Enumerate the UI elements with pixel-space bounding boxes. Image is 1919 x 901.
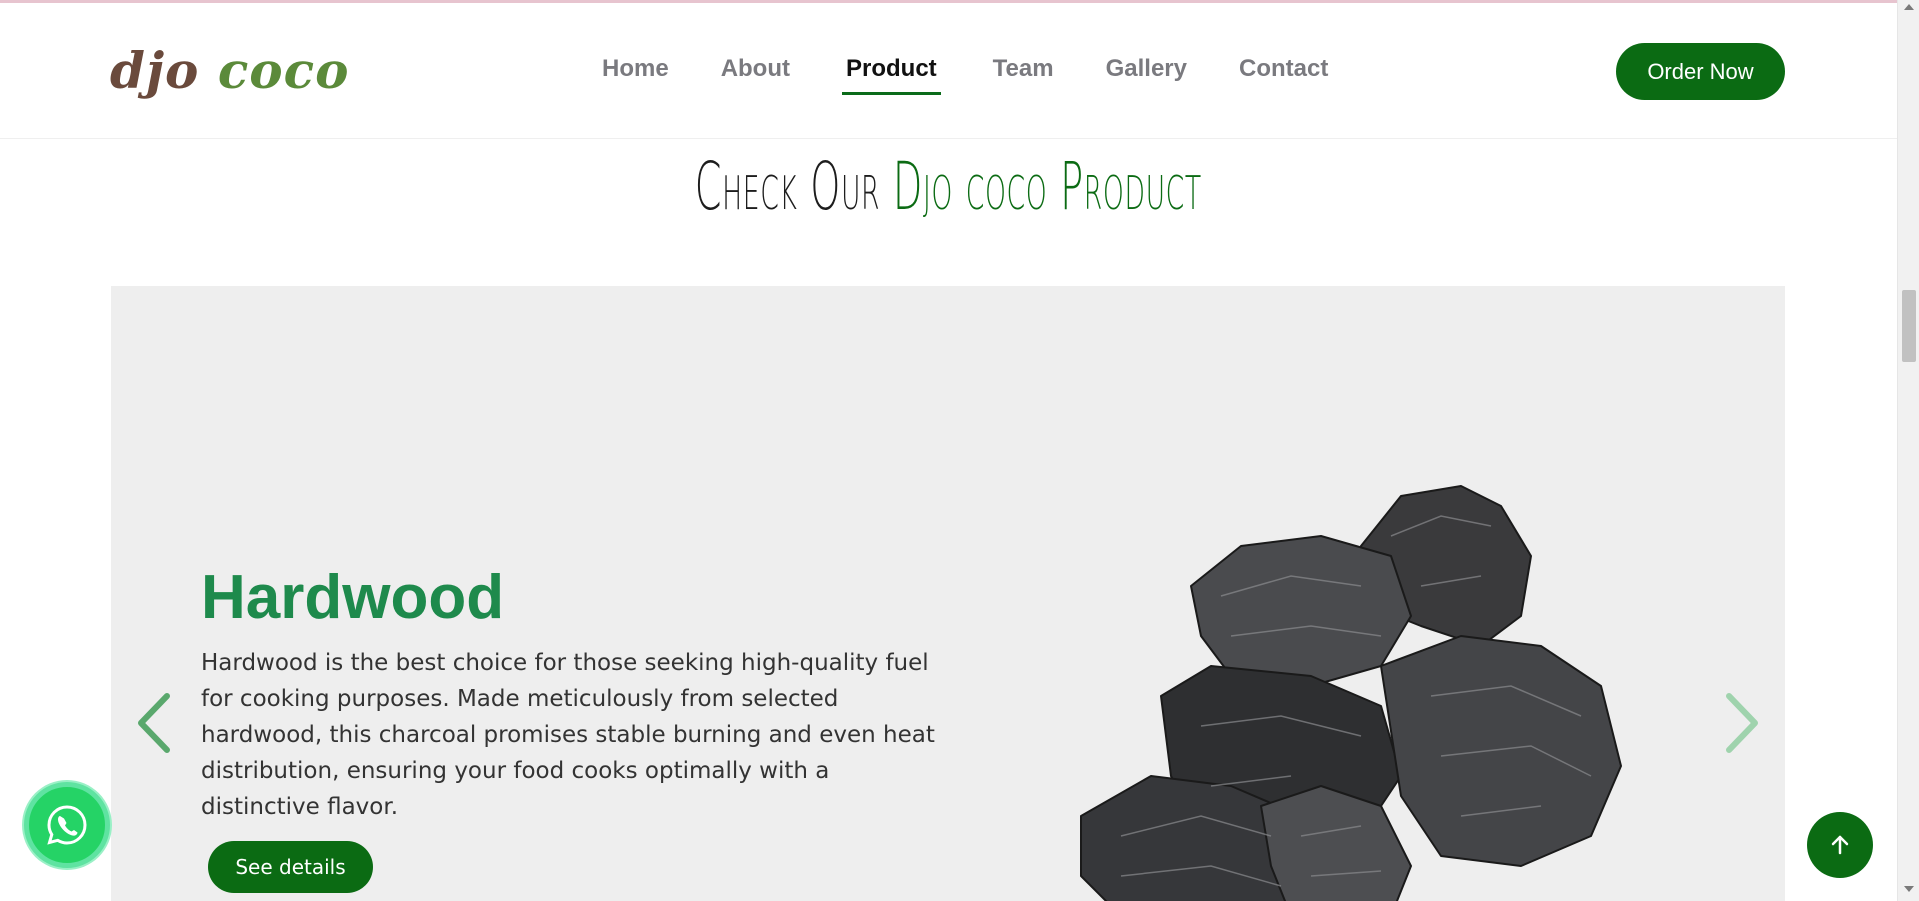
whatsapp-button[interactable] <box>24 782 110 868</box>
chevron-right-icon <box>1726 693 1758 753</box>
nav-team[interactable]: Team <box>993 55 1054 95</box>
site-header: djo coco Home About Product Team Gallery… <box>0 3 1897 139</box>
scroll-down-arrow-icon[interactable] <box>1904 886 1914 892</box>
charcoal-image <box>1080 485 1622 901</box>
scroll-to-top-button[interactable] <box>1807 812 1873 878</box>
slider-next-button[interactable] <box>1715 688 1765 758</box>
section-title-part1: Check Our <box>694 148 881 225</box>
nav-gallery[interactable]: Gallery <box>1106 55 1187 95</box>
whatsapp-icon <box>47 805 87 845</box>
slide-description: Hardwood is the best choice for those se… <box>201 650 935 820</box>
nav-home[interactable]: Home <box>602 55 669 95</box>
chevron-left-icon <box>138 693 170 753</box>
scroll-thumb[interactable] <box>1902 290 1916 362</box>
product-slider: Hardwood Hardwood is the best choice for… <box>111 286 1785 901</box>
logo-part-djo: djo <box>110 41 200 100</box>
scroll-up-arrow-icon[interactable] <box>1904 4 1914 10</box>
arrow-up-icon <box>1831 835 1849 855</box>
nav-contact[interactable]: Contact <box>1239 55 1328 95</box>
order-now-button[interactable]: Order Now <box>1616 43 1785 100</box>
logo-part-coco: coco <box>217 41 350 100</box>
main-nav: Home About Product Team Gallery Contact <box>602 55 1328 95</box>
slide-title: Hardwood <box>201 563 505 632</box>
section-title-part2: Djo coco Product <box>892 148 1202 225</box>
section-title: Check Our Djo coco Product <box>398 145 1498 229</box>
see-details-button[interactable]: See details <box>208 841 373 893</box>
page-scrollbar[interactable] <box>1897 0 1919 901</box>
nav-about[interactable]: About <box>721 55 790 95</box>
slider-prev-button[interactable] <box>131 688 181 758</box>
nav-product[interactable]: Product <box>842 55 941 95</box>
logo[interactable]: djo coco <box>110 41 349 101</box>
